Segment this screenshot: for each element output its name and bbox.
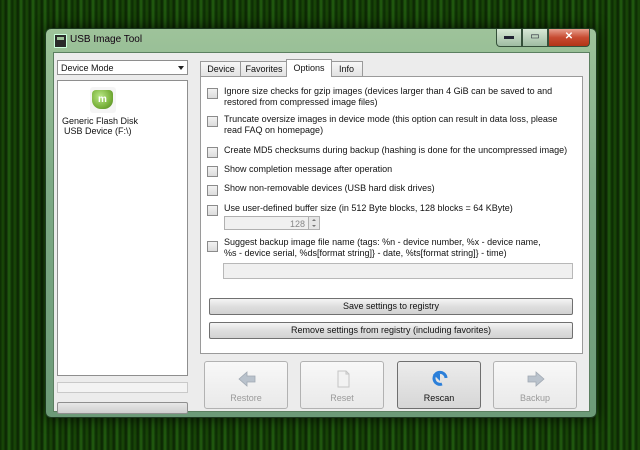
restore-label: Restore: [230, 393, 262, 403]
tab-device[interactable]: Device: [200, 61, 242, 76]
checkbox[interactable]: [207, 166, 218, 177]
tab-info[interactable]: Info: [330, 61, 363, 76]
option-label-line2: restored from compressed image files): [224, 97, 378, 107]
device-name: Generic Flash Disk: [62, 116, 139, 126]
maximize-button[interactable]: ▭: [522, 29, 548, 47]
tab-favorites[interactable]: Favorites: [240, 61, 288, 76]
arrow-right-icon: [527, 371, 545, 387]
mode-select[interactable]: Device Mode: [57, 60, 188, 75]
buffer-size-value: 128: [289, 219, 305, 229]
option-label-line2: read FAQ on homepage): [224, 125, 324, 135]
rescan-button[interactable]: Rescan: [397, 361, 481, 409]
option-label: Create MD5 checksums during backup (hash…: [224, 145, 568, 155]
option-label-line1: Suggest backup image file name (tags: %n…: [224, 237, 541, 247]
document-icon: [337, 370, 350, 388]
device-list[interactable]: m Generic Flash Disk USB Device (F:\): [57, 80, 188, 376]
chevron-down-icon: [178, 66, 184, 70]
arrow-left-icon: [238, 371, 256, 387]
caption-buttons: ▬ ▭ ✕: [496, 29, 590, 47]
stepper-down-icon[interactable]: [308, 223, 319, 229]
client-area: Device Mode m Generic Flash Disk USB Dev…: [53, 52, 590, 414]
linux-mint-icon: m: [90, 87, 116, 113]
progress-bar: [57, 402, 188, 414]
options-panel: Ignore size checks for gzip images (devi…: [200, 76, 583, 354]
restore-button[interactable]: Restore: [204, 361, 288, 409]
save-settings-button[interactable]: Save settings to registry: [209, 298, 573, 315]
refresh-icon: [432, 370, 448, 386]
checkbox[interactable]: [207, 116, 218, 127]
app-icon: [54, 34, 67, 48]
backup-button[interactable]: Backup: [493, 361, 577, 409]
mint-leaf-glyph: m: [92, 90, 113, 109]
window-title: USB Image Tool: [70, 34, 143, 45]
option-label: Show completion message after operation: [224, 164, 393, 174]
mode-select-value: Device Mode: [61, 63, 114, 73]
app-window: USB Image Tool ▬ ▭ ✕ Device Mode m Gener…: [45, 28, 597, 418]
checkbox[interactable]: [207, 205, 218, 216]
checkbox[interactable]: [207, 185, 218, 196]
tab-options[interactable]: Options: [286, 59, 332, 77]
remove-settings-button[interactable]: Remove settings from registry (including…: [209, 322, 573, 339]
option-label-line1: Truncate oversize images in device mode …: [224, 114, 558, 124]
option-label: Use user-defined buffer size (in 512 Byt…: [224, 203, 513, 213]
option-label-line2: %s - device serial, %ds[format string]} …: [224, 248, 507, 258]
close-button[interactable]: ✕: [548, 29, 590, 47]
minimize-button[interactable]: ▬: [496, 29, 522, 47]
option-label: Show non-removable devices (USB hard dis…: [224, 183, 435, 193]
checkbox[interactable]: [207, 241, 218, 252]
title-bar[interactable]: USB Image Tool ▬ ▭ ✕: [46, 29, 596, 51]
reset-label: Reset: [330, 393, 354, 403]
checkbox[interactable]: [207, 147, 218, 158]
status-box: [57, 382, 188, 393]
rescan-label: Rescan: [423, 393, 455, 403]
option-label-line1: Ignore size checks for gzip images (devi…: [224, 86, 553, 96]
buffer-size-stepper[interactable]: 128: [224, 216, 320, 230]
reset-button[interactable]: Reset: [300, 361, 384, 409]
device-subtitle: USB Device (F:\): [64, 126, 132, 136]
file-name-pattern-field[interactable]: [223, 263, 573, 279]
backup-label: Backup: [519, 393, 551, 403]
checkbox[interactable]: [207, 88, 218, 99]
